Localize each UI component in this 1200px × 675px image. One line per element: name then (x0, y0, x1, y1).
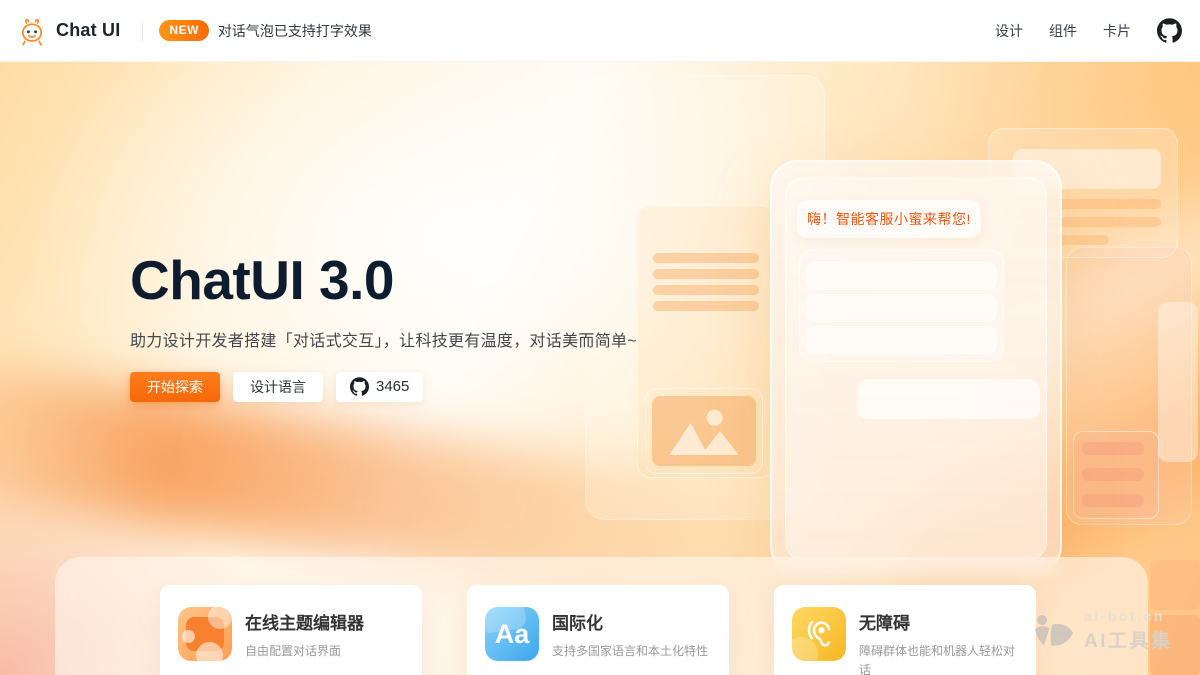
placeholder-line (1082, 468, 1144, 481)
placeholder-line (653, 285, 759, 295)
nav-link-cards[interactable]: 卡片 (1103, 21, 1131, 41)
feature-text: 无障碍 障碍群体也能和机器人轻松对话 (859, 607, 1018, 675)
page-title: ChatUI 3.0 (130, 250, 637, 312)
nav-link-components[interactable]: 组件 (1049, 21, 1077, 41)
hero-content: ChatUI 3.0 助力设计开发者搭建「对话式交互」，让科技更有温度，对话美而… (130, 250, 637, 402)
placeholder-block (1073, 431, 1159, 519)
feature-card-i18n[interactable]: Aa 国际化 支持多国家语言和本土化特性 (467, 585, 729, 675)
message-row-placeholder (807, 262, 996, 290)
user-chat-bubble (857, 379, 1040, 419)
placeholder-line (653, 269, 759, 279)
glass-panel-edge (1158, 302, 1198, 462)
navbar-links: 设计 组件 卡片 (995, 18, 1184, 43)
nav-divider (142, 21, 143, 41)
i18n-icon: Aa (485, 607, 539, 661)
feature-title: 国际化 (552, 609, 708, 634)
image-placeholder-icon (652, 396, 756, 466)
chatui-landing-page: Chat UI NEW 对话气泡已支持打字效果 设计 组件 卡片 (0, 0, 1200, 675)
feature-text: 在线主题编辑器 自由配置对话界面 (245, 607, 364, 675)
feature-card-accessibility[interactable]: 无障碍 障碍群体也能和机器人轻松对话 (774, 585, 1036, 675)
placeholder-line (1082, 442, 1144, 455)
watermark-line1: ai-bot.cn (1084, 608, 1173, 624)
github-icon (350, 377, 369, 396)
i18n-icon-text: Aa (495, 619, 530, 650)
hero-subtitle: 助力设计开发者搭建「对话式交互」，让科技更有温度，对话美而简单~ (130, 327, 637, 351)
new-badge: NEW (159, 20, 209, 41)
feature-desc: 支持多国家语言和本土化特性 (552, 642, 708, 661)
placeholder-line (653, 253, 759, 263)
placeholder-line (653, 301, 759, 311)
bot-chat-bubble: 嗨！智能客服小蜜来帮您! (797, 200, 981, 238)
brand-title[interactable]: Chat UI (56, 20, 120, 41)
chat-phone-mockup: 嗨！智能客服小蜜来帮您! (770, 160, 1062, 574)
accessibility-ear-icon (792, 607, 846, 661)
tile-decoration (1150, 560, 1200, 610)
chatui-robot-logo-icon[interactable] (16, 15, 48, 47)
github-icon[interactable] (1157, 18, 1182, 43)
github-star-count: 3465 (376, 378, 409, 395)
theme-editor-icon (178, 607, 232, 661)
github-stars-button[interactable]: 3465 (336, 372, 423, 402)
message-row-placeholder (807, 326, 996, 354)
ai-bot-watermark: ai-bot.cn AI工具集 (1033, 608, 1173, 653)
feature-title: 在线主题编辑器 (245, 609, 364, 634)
feature-title: 无障碍 (859, 609, 1018, 634)
design-language-button[interactable]: 设计语言 (233, 372, 323, 402)
watermark-text: ai-bot.cn AI工具集 (1084, 608, 1173, 653)
cta-row: 开始探索 设计语言 3465 (130, 372, 637, 402)
ai-bot-watermark-logo-icon (1033, 612, 1075, 650)
announcement-link[interactable]: 对话气泡已支持打字效果 (218, 21, 372, 41)
feature-card-theme-editor[interactable]: 在线主题编辑器 自由配置对话界面 (160, 585, 422, 675)
feature-desc: 障碍群体也能和机器人轻松对话 (859, 642, 1018, 675)
feature-text: 国际化 支持多国家语言和本土化特性 (552, 607, 708, 675)
hero-section: 嗨！智能客服小蜜来帮您! ChatUI 3.0 助力设计开发者搭建「对话式交互」… (0, 62, 1200, 675)
navbar-left: Chat UI NEW 对话气泡已支持打字效果 (16, 15, 372, 47)
message-row-placeholder (807, 294, 996, 322)
chat-message-card (799, 249, 1004, 362)
navbar: Chat UI NEW 对话气泡已支持打字效果 设计 组件 卡片 (0, 0, 1200, 62)
start-explore-button[interactable]: 开始探索 (130, 372, 220, 402)
feature-desc: 自由配置对话界面 (245, 642, 364, 661)
nav-link-design[interactable]: 设计 (995, 21, 1023, 41)
placeholder-line (1082, 494, 1144, 507)
watermark-line2: AI工具集 (1084, 626, 1173, 653)
